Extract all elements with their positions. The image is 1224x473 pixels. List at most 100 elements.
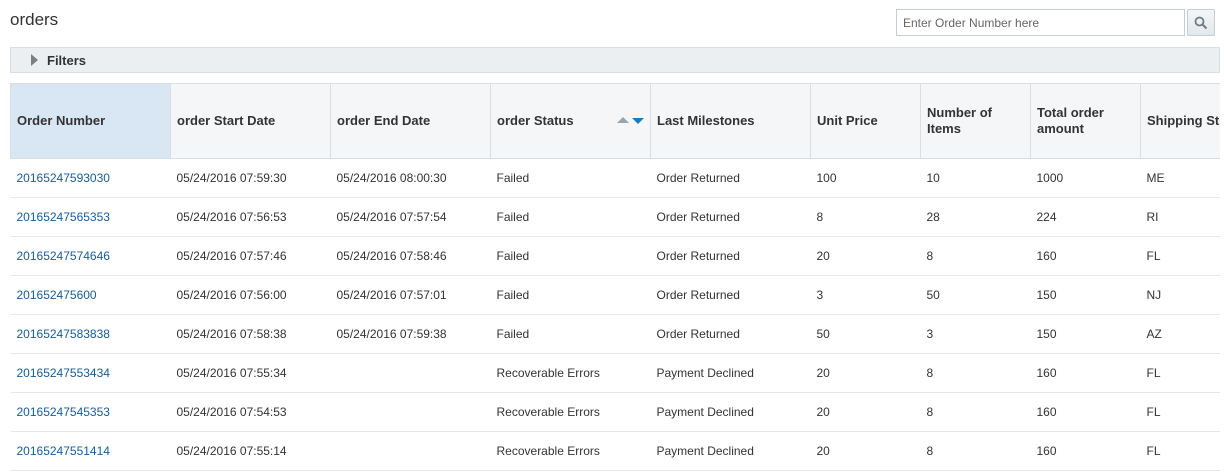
cell-order-status: Recoverable Errors (490, 392, 651, 432)
cell-start-date: 05/24/2016 07:59:30 (170, 158, 331, 198)
table-row[interactable]: 20165247583838 05/24/2016 07:58:38 05/24/2… (10, 314, 1220, 354)
cell-shipping-state: RI (1140, 197, 1220, 237)
cell-start-date: 05/24/2016 07:54:53 (170, 392, 331, 432)
cell-unit-price: 8 (810, 197, 921, 237)
cell-last-milestone: Order Returned (650, 314, 811, 354)
search-icon (1194, 16, 1208, 29)
cell-number-of-items: 8 (920, 353, 1031, 393)
cell-start-date: 05/24/2016 07:55:14 (170, 431, 331, 471)
cell-total-order-amount: 160 (1030, 392, 1141, 432)
sort-controls (617, 117, 644, 124)
search-button[interactable] (1187, 9, 1215, 36)
cell-number-of-items: 3 (920, 314, 1031, 354)
cell-last-milestone: Order Returned (650, 197, 811, 237)
cell-unit-price: 20 (810, 353, 921, 393)
order-search (896, 9, 1215, 36)
cell-shipping-state: FL (1140, 353, 1220, 393)
table-row[interactable]: 20165247545353 05/24/2016 07:54:53 Recover… (10, 392, 1220, 432)
cell-shipping-state: FL (1140, 392, 1220, 432)
cell-number-of-items: 10 (920, 158, 1031, 198)
order-number-link[interactable]: 20165247545353 (10, 392, 171, 432)
cell-order-status: Recoverable Errors (490, 431, 651, 471)
cell-unit-price: 3 (810, 275, 921, 315)
column-header-end-date[interactable]: order End Date (330, 83, 491, 159)
column-header-order-number[interactable]: Order Number (10, 83, 171, 159)
cell-number-of-items: 8 (920, 431, 1031, 471)
order-number-search-input[interactable] (896, 9, 1185, 36)
cell-last-milestone: Payment Declined (650, 353, 811, 393)
sort-ascending-icon[interactable] (617, 117, 629, 123)
cell-unit-price: 50 (810, 314, 921, 354)
cell-unit-price: 20 (810, 236, 921, 276)
cell-order-status: Recoverable Errors (490, 353, 651, 393)
sort-descending-icon[interactable] (632, 118, 644, 124)
cell-end-date (330, 431, 491, 471)
column-header-number-of-items[interactable]: Number of Items (920, 83, 1031, 159)
cell-total-order-amount: 224 (1030, 197, 1141, 237)
expand-triangle-icon (31, 54, 38, 66)
cell-shipping-state: ME (1140, 158, 1220, 198)
cell-start-date: 05/24/2016 07:57:46 (170, 236, 331, 276)
order-number-link[interactable]: 20165247565353 (10, 197, 171, 237)
column-header-last-milestones[interactable]: Last Milestones (650, 83, 811, 159)
column-header-order-status[interactable]: order Status (490, 83, 651, 159)
cell-shipping-state: FL (1140, 236, 1220, 276)
cell-number-of-items: 50 (920, 275, 1031, 315)
cell-total-order-amount: 1000 (1030, 158, 1141, 198)
cell-start-date: 05/24/2016 07:56:53 (170, 197, 331, 237)
orders-page: orders Filters (0, 0, 1224, 473)
table-row[interactable]: 20165247593030 05/24/2016 07:59:30 05/24/2… (10, 158, 1220, 198)
filters-label: Filters (47, 52, 87, 68)
table-row[interactable]: 20165247553434 05/24/2016 07:55:34 Recover… (10, 353, 1220, 393)
cell-total-order-amount: 150 (1030, 275, 1141, 315)
column-header-unit-price[interactable]: Unit Price (810, 83, 921, 159)
cell-number-of-items: 8 (920, 392, 1031, 432)
orders-table-body: 20165247593030 05/24/2016 07:59:30 05/24/2… (10, 158, 1220, 471)
order-number-link[interactable]: 20165247583838 (10, 314, 171, 354)
cell-order-status: Failed (490, 275, 651, 315)
cell-total-order-amount: 160 (1030, 236, 1141, 276)
cell-end-date: 05/24/2016 07:57:54 (330, 197, 491, 237)
cell-number-of-items: 8 (920, 236, 1031, 276)
cell-order-status: Failed (490, 197, 651, 237)
cell-start-date: 05/24/2016 07:58:38 (170, 314, 331, 354)
column-header-order-status-label: order Status (497, 113, 574, 128)
cell-start-date: 05/24/2016 07:55:34 (170, 353, 331, 393)
cell-last-milestone: Order Returned (650, 275, 811, 315)
cell-unit-price: 100 (810, 158, 921, 198)
table-row[interactable]: 20165247574646 05/24/2016 07:57:46 05/24/2… (10, 236, 1220, 276)
cell-shipping-state: FL (1140, 431, 1220, 471)
order-number-link[interactable]: 20165247593030 (10, 158, 171, 198)
orders-table: Order Number order Start Date order End … (10, 83, 1220, 471)
cell-total-order-amount: 160 (1030, 353, 1141, 393)
cell-total-order-amount: 150 (1030, 314, 1141, 354)
cell-end-date: 05/24/2016 07:57:01 (330, 275, 491, 315)
cell-end-date: 05/24/2016 07:59:38 (330, 314, 491, 354)
cell-end-date (330, 392, 491, 432)
table-row[interactable]: 201652475600 05/24/2016 07:56:00 05/24/201… (10, 275, 1220, 315)
filters-toggle[interactable]: Filters (10, 47, 1220, 73)
cell-unit-price: 20 (810, 431, 921, 471)
column-header-total-order-amount[interactable]: Total order amount (1030, 83, 1141, 159)
order-number-link[interactable]: 20165247553434 (10, 353, 171, 393)
order-number-link[interactable]: 20165247574646 (10, 236, 171, 276)
cell-last-milestone: Payment Declined (650, 431, 811, 471)
table-row[interactable]: 20165247551414 05/24/2016 07:55:14 Recover… (10, 431, 1220, 471)
table-row[interactable]: 20165247565353 05/24/2016 07:56:53 05/24/2… (10, 197, 1220, 237)
cell-start-date: 05/24/2016 07:56:00 (170, 275, 331, 315)
order-number-link[interactable]: 201652475600 (10, 275, 171, 315)
column-header-start-date[interactable]: order Start Date (170, 83, 331, 159)
cell-last-milestone: Order Returned (650, 236, 811, 276)
order-number-link[interactable]: 20165247551414 (10, 431, 171, 471)
page-title: orders (10, 10, 59, 29)
orders-table-container[interactable]: Order Number order Start Date order End … (10, 83, 1220, 473)
cell-total-order-amount: 160 (1030, 431, 1141, 471)
cell-shipping-state: AZ (1140, 314, 1220, 354)
cell-end-date: 05/24/2016 07:58:46 (330, 236, 491, 276)
cell-shipping-state: NJ (1140, 275, 1220, 315)
column-header-shipping-state[interactable]: Shipping St (1140, 83, 1220, 159)
cell-order-status: Failed (490, 314, 651, 354)
cell-unit-price: 20 (810, 392, 921, 432)
table-header-row: Order Number order Start Date order End … (10, 83, 1220, 159)
cell-end-date: 05/24/2016 08:00:30 (330, 158, 491, 198)
